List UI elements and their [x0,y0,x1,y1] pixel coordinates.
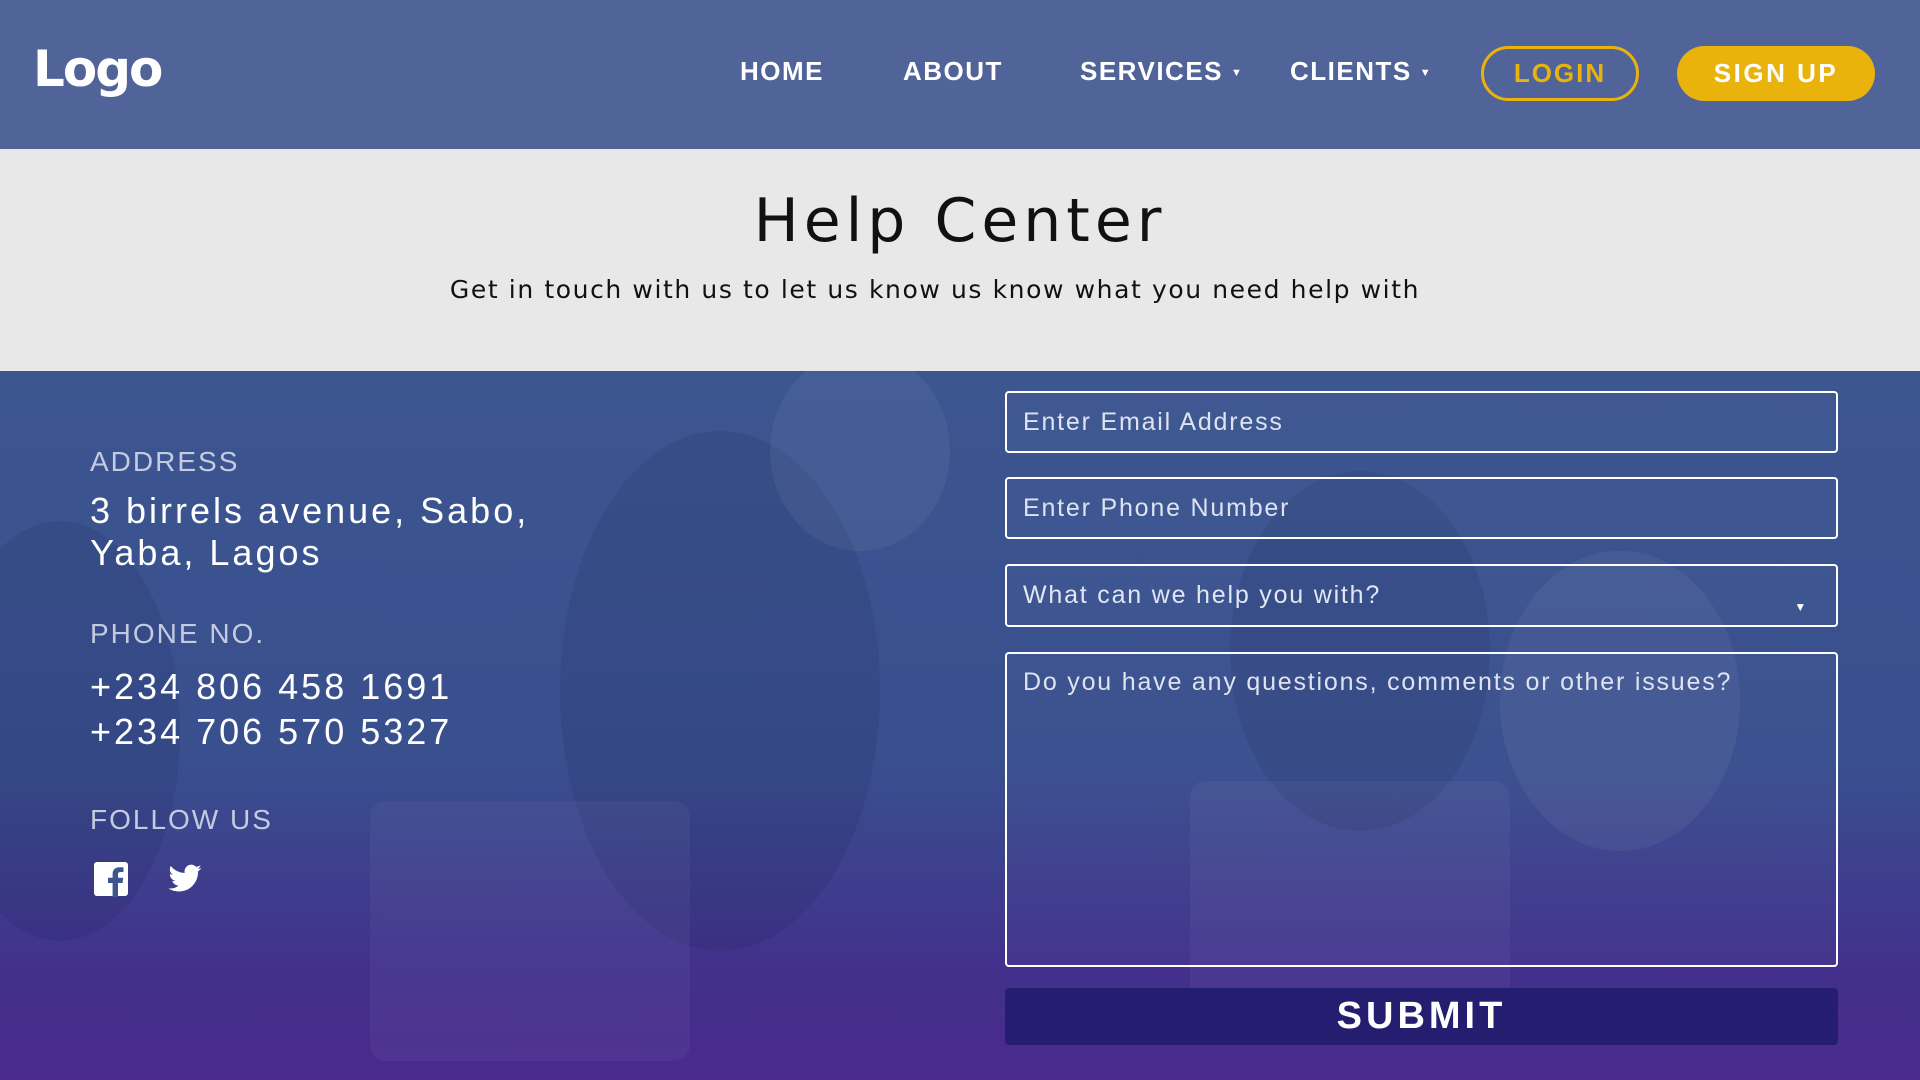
background-photo-shape [370,801,690,1061]
message-textarea[interactable] [1005,652,1838,967]
page-title: Help Center [753,186,1167,256]
nav-home[interactable]: HOME [740,56,824,87]
nav-services-dropdown[interactable]: SERVICES ▼ [1080,56,1243,87]
nav-services-label: SERVICES [1080,56,1224,86]
address-line-2: Yaba, Lagos [90,532,323,573]
submit-button[interactable]: SUBMIT [1005,988,1838,1045]
nav-clients-dropdown[interactable]: CLIENTS ▼ [1290,56,1432,87]
nav-about[interactable]: ABOUT [903,56,1003,87]
nav-about-label: ABOUT [903,56,1003,86]
email-input[interactable] [1005,391,1838,453]
caret-down-icon: ▼ [1231,67,1244,80]
phone-input[interactable] [1005,477,1838,539]
hero-banner: Help Center Get in touch with us to let … [0,149,1920,371]
top-navbar: Logo HOME ABOUT SERVICES ▼ CLIENTS ▼ LOGIN… [0,0,1920,149]
follow-us-label: FOLLOW US [90,804,273,835]
phone-number-2: +234 706 570 5327 [90,711,453,752]
twitter-icon[interactable] [167,861,203,897]
address-label: ADDRESS [90,446,240,477]
address-line-1: 3 birrels avenue, Sabo, [90,490,530,531]
facebook-icon[interactable] [93,861,129,897]
nav-home-label: HOME [740,56,824,86]
contact-section: ADDRESS 3 birrels avenue, Sabo, Yaba, La… [0,371,1920,1080]
signup-button[interactable]: SIGN UP [1677,46,1875,101]
page-subtitle: Get in touch with us to let us know us k… [449,275,1421,304]
login-button[interactable]: LOGIN [1481,46,1639,101]
help-topic-select[interactable]: What can we help you with? ▼ [1005,564,1838,627]
phone-label: PHONE NO. [90,618,266,649]
help-topic-placeholder: What can we help you with? [1023,581,1382,609]
logo[interactable]: Logo [33,40,163,98]
caret-down-icon: ▼ [1419,67,1433,80]
chevron-down-icon: ▼ [1794,600,1808,614]
nav-clients-label: CLIENTS [1290,56,1412,86]
phone-number-1: +234 806 458 1691 [90,666,453,707]
address-value: 3 birrels avenue, Sabo, Yaba, Lagos [90,490,690,574]
